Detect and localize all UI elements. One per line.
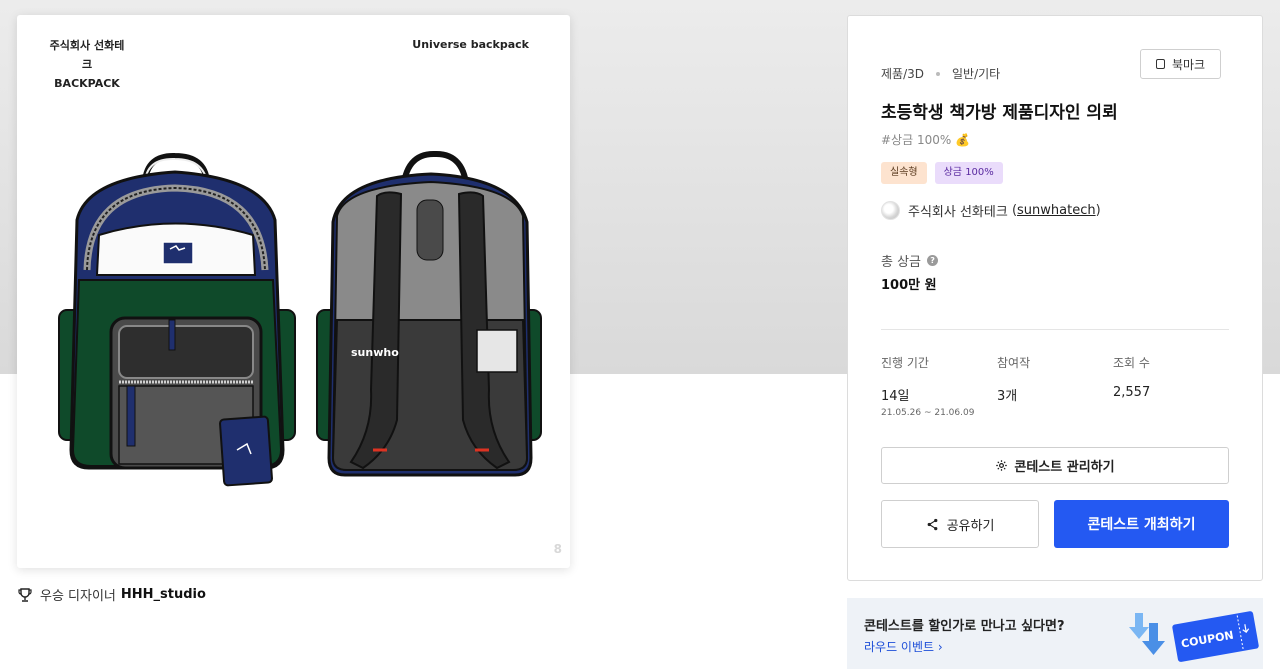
badge-row: 실속형 상금 100% bbox=[881, 162, 1011, 184]
help-icon[interactable]: ? bbox=[927, 255, 939, 266]
host-paren-open: ( bbox=[1007, 203, 1018, 218]
host-info[interactable]: 주식회사 선화테크 (sunwhatech) bbox=[881, 201, 1101, 220]
manage-contest-label: 콘테스트 관리하기 bbox=[1014, 460, 1115, 475]
stat-date-range: 21.05.26 ~ 21.06.09 bbox=[881, 408, 975, 418]
host-avatar bbox=[881, 201, 900, 220]
subcategory-label[interactable]: 일반/기타 bbox=[952, 65, 1000, 82]
breadcrumb-dot bbox=[936, 71, 940, 76]
bookmark-button[interactable]: 북마크 bbox=[1140, 49, 1221, 79]
budget-type-badge: 실속형 bbox=[881, 162, 927, 184]
total-prize-label-text: 총 상금 bbox=[881, 255, 922, 270]
image-page-indicator: 8 bbox=[553, 542, 562, 556]
backpack-front-illustration bbox=[58, 152, 296, 487]
host-paren-close: ) bbox=[1095, 203, 1101, 218]
winner-designer: 우승 디자이너 HHH_studio bbox=[17, 585, 206, 604]
open-contest-button[interactable]: 콘테스트 개최하기 bbox=[1054, 500, 1229, 548]
winner-designer-name[interactable]: HHH_studio bbox=[121, 587, 206, 602]
stat-value: 2,557 bbox=[1113, 385, 1151, 400]
share-label: 공유하기 bbox=[946, 518, 995, 534]
category-label[interactable]: 제품/3D bbox=[881, 65, 924, 82]
host-name: 주식회사 선화테크 bbox=[908, 205, 1008, 220]
divider bbox=[881, 329, 1229, 330]
contest-info-panel: 제품/3D 일반/기타 북마크 초등학생 책가방 제품디자인 의뢰 #상금 10… bbox=[847, 15, 1263, 581]
round-event-link[interactable]: 라우드 이벤트 › bbox=[864, 638, 943, 655]
prize-tag: #상금 100% 💰 bbox=[881, 131, 970, 148]
image-company-line: 주식회사 선화테크 bbox=[49, 39, 125, 71]
prize-tag-text: #상금 100% bbox=[881, 133, 952, 147]
manage-contest-button[interactable]: 콘테스트 관리하기 bbox=[881, 447, 1229, 484]
bookmark-label: 북마크 bbox=[1171, 57, 1206, 72]
contest-title: 초등학생 책가방 제품디자인 의뢰 bbox=[881, 103, 1118, 123]
total-prize-value: 100만 원 bbox=[881, 278, 937, 293]
award-label: 우승 디자이너 bbox=[40, 589, 116, 604]
total-prize-label: 총 상금 ? bbox=[881, 251, 939, 270]
contest-stats: 진행 기간 14일 21.05.26 ~ 21.06.09 참여작 3개 조회 … bbox=[881, 354, 1229, 418]
coupon-illustration: COUPON bbox=[1129, 611, 1259, 662]
stat-label: 진행 기간 bbox=[881, 356, 929, 370]
stat-duration: 진행 기간 14일 21.05.26 ~ 21.06.09 bbox=[881, 354, 997, 418]
stat-value: 3개 bbox=[997, 389, 1018, 404]
image-product-type: BACKPACK bbox=[54, 77, 120, 90]
stat-value: 14일 bbox=[881, 389, 910, 404]
coupon-banner[interactable]: 콘테스트를 할인가로 만나고 싶다면? 라우드 이벤트 › COUPON bbox=[847, 598, 1263, 669]
image-company-name: 주식회사 선화테크 BACKPACK bbox=[45, 36, 129, 93]
stat-label: 조회 수 bbox=[1113, 356, 1150, 370]
chevron-right-icon: › bbox=[937, 640, 943, 654]
share-button[interactable]: 공유하기 bbox=[881, 500, 1039, 548]
stat-label: 참여작 bbox=[997, 356, 1031, 370]
trophy-icon bbox=[18, 587, 32, 602]
stat-entries: 참여작 3개 bbox=[997, 354, 1113, 418]
product-image-card[interactable]: 주식회사 선화테크 BACKPACK Universe backpack sun… bbox=[17, 15, 570, 568]
share-icon bbox=[927, 518, 937, 530]
image-product-name: Universe backpack bbox=[412, 38, 529, 51]
gear-icon bbox=[996, 460, 1008, 471]
stat-views: 조회 수 2,557 bbox=[1113, 354, 1229, 418]
round-event-label: 라우드 이벤트 bbox=[864, 640, 935, 654]
backpack-back-illustration: sunwho bbox=[316, 150, 542, 477]
category-breadcrumb: 제품/3D 일반/기타 bbox=[881, 65, 1000, 82]
back-brand-logo: sunwho bbox=[351, 346, 399, 359]
coupon-banner-text: 콘테스트를 할인가로 만나고 싶다면? bbox=[864, 619, 1065, 634]
host-handle[interactable]: sunwhatech bbox=[1017, 203, 1096, 218]
bookmark-icon bbox=[1155, 59, 1165, 69]
money-bag-icon: 💰 bbox=[955, 133, 971, 147]
prize-badge: 상금 100% bbox=[934, 162, 1003, 184]
